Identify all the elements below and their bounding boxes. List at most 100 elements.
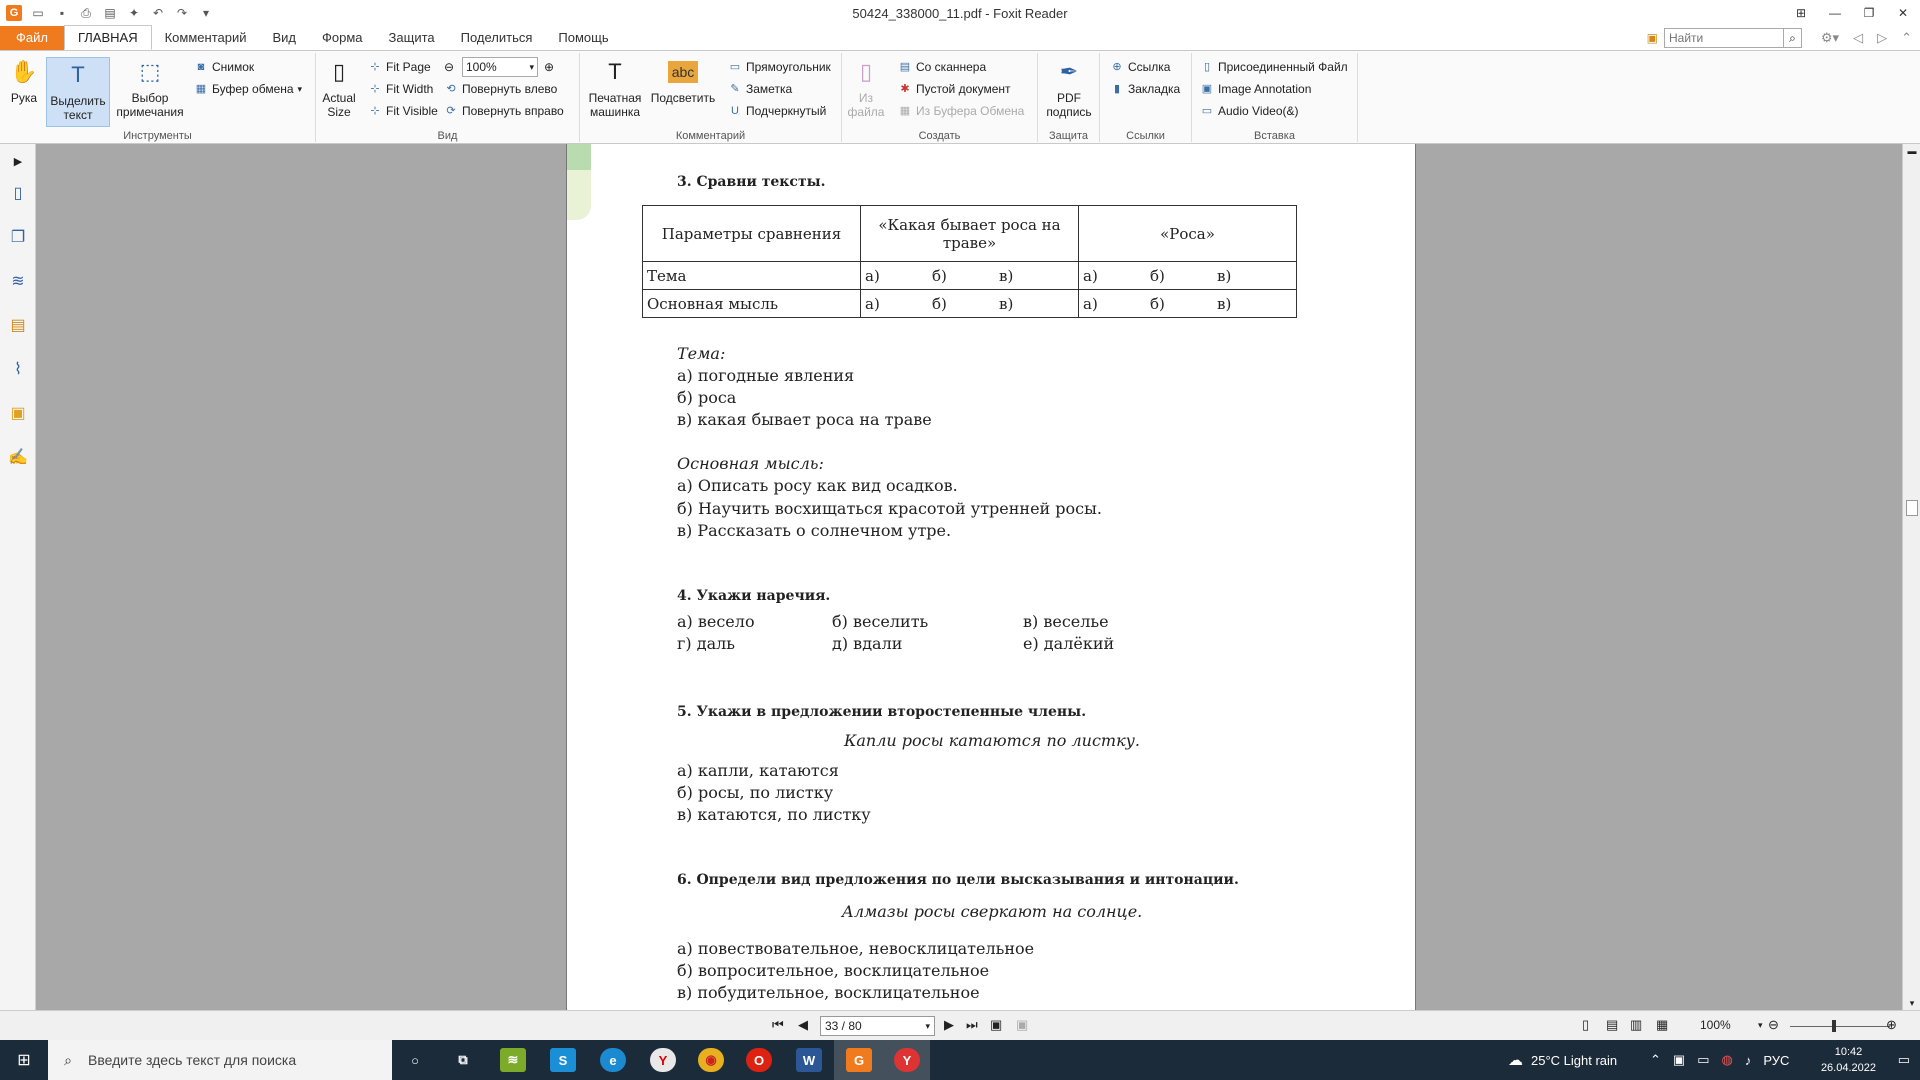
search-icon[interactable]: ⌕ xyxy=(1784,28,1802,48)
scroll-up-icon[interactable]: ▬ xyxy=(1906,146,1918,156)
select-text-button[interactable]: T Выделить текст xyxy=(46,57,110,127)
next-view-icon[interactable]: ▷ xyxy=(1877,30,1887,46)
attachments-icon[interactable]: ⌇ xyxy=(7,358,29,380)
tab-view[interactable]: Вид xyxy=(260,26,310,50)
windows-start-icon[interactable]: ⊞ xyxy=(0,1040,48,1080)
tab-protect[interactable]: Защита xyxy=(376,26,448,50)
taskbar-search[interactable]: ⌕ Введите здесь текст для поиска xyxy=(48,1040,392,1080)
first-page-icon[interactable]: ⏮ xyxy=(772,1017,784,1033)
collapse-ribbon-icon[interactable]: ⌃ xyxy=(1901,30,1912,46)
zoom-slider[interactable] xyxy=(1790,1026,1890,1027)
next-page-icon[interactable]: ▶ xyxy=(944,1017,954,1033)
facing-page-icon[interactable]: ▥ xyxy=(1630,1017,1642,1033)
tab-comment[interactable]: Комментарий xyxy=(152,26,260,50)
network-icon[interactable]: ▭ xyxy=(1697,1052,1709,1068)
foxit-logo-icon[interactable]: G xyxy=(6,5,22,21)
continuous-page-icon[interactable]: ▤ xyxy=(1606,1017,1618,1033)
from-file-button[interactable]: ▯ Из файла xyxy=(846,57,886,120)
hand-tool-button[interactable]: ✋ Рука xyxy=(6,57,42,106)
snapshot-button[interactable]: ◙ Снимок xyxy=(194,57,255,77)
print-icon[interactable]: ⎙ xyxy=(78,5,94,21)
zoom-in-icon[interactable]: ⊕ xyxy=(1886,1017,1897,1033)
close-button[interactable]: ✕ xyxy=(1886,0,1920,26)
customize-dropdown-icon[interactable]: ▾ xyxy=(198,5,214,21)
volume-icon[interactable]: ♪ xyxy=(1745,1053,1752,1068)
blank-document-button[interactable]: ✱ Пустой документ xyxy=(898,79,1010,99)
find-folder-icon[interactable]: ▣ xyxy=(1647,31,1658,45)
status-zoom-value[interactable]: 100% xyxy=(1700,1018,1731,1032)
comments-icon[interactable]: ▤ xyxy=(7,314,29,336)
chevron-down-icon[interactable]: ▾ xyxy=(1758,1020,1763,1031)
prev-view-icon[interactable]: ◁ xyxy=(1853,30,1863,46)
page-view-icon[interactable]: ▣ xyxy=(990,1017,1002,1033)
audio-video-button[interactable]: ▭ Audio Video(&) xyxy=(1200,101,1299,121)
document-viewport[interactable]: 3. Сравни тексты. Параметры сравнения «К… xyxy=(36,144,1902,1010)
fit-visible-button[interactable]: ⊹ Fit Visible xyxy=(368,101,437,121)
language-indicator[interactable]: РУС xyxy=(1763,1053,1789,1068)
underline-button[interactable]: U Подчеркнутый xyxy=(728,101,826,121)
rectangle-button[interactable]: ▭ Прямоугольник xyxy=(728,57,831,77)
maximize-button[interactable]: ❐ xyxy=(1852,0,1886,26)
edge-icon[interactable]: e xyxy=(600,1048,626,1072)
continuous-facing-icon[interactable]: ▦ xyxy=(1656,1017,1668,1033)
chrome-icon[interactable]: ◉ xyxy=(698,1048,724,1072)
fit-width-button[interactable]: ⊹ Fit Width xyxy=(368,79,433,99)
pages-icon[interactable]: ❐ xyxy=(7,226,29,248)
security-icon[interactable]: ◍ xyxy=(1722,1052,1733,1068)
highlight-button[interactable]: abc Подсветить xyxy=(648,57,718,105)
fit-page-button[interactable]: ⊹ Fit Page xyxy=(368,57,430,77)
tray-expand-icon[interactable]: ⌃ xyxy=(1650,1052,1661,1068)
clipboard-button[interactable]: ▦ Буфер обмена ▾ xyxy=(194,79,302,99)
note-button[interactable]: ✎ Заметка xyxy=(728,79,792,99)
minimize-button[interactable]: — xyxy=(1818,0,1852,26)
layers-app-icon[interactable]: ≋ xyxy=(500,1048,526,1072)
scan-icon[interactable]: ▤ xyxy=(102,5,118,21)
vertical-scrollbar[interactable]: ▬ ▾ xyxy=(1902,144,1920,1010)
rotate-left-button[interactable]: ⟲ Повернуть влево xyxy=(444,79,557,99)
page-view-alt-icon[interactable]: ▣ xyxy=(1016,1017,1028,1033)
lock-icon[interactable]: ▣ xyxy=(7,402,29,424)
tab-form[interactable]: Форма xyxy=(309,26,376,50)
image-annotation-button[interactable]: ▣ Image Annotation xyxy=(1200,79,1312,99)
save-icon[interactable]: ▪ xyxy=(54,5,70,21)
layers-icon[interactable]: ≋ xyxy=(7,270,29,292)
typewriter-button[interactable]: T Печатная машинка xyxy=(586,57,644,120)
cortana-icon[interactable]: ○ xyxy=(402,1048,428,1072)
bookmark-button[interactable]: ▮ Закладка xyxy=(1110,79,1180,99)
task-view-icon[interactable]: ⧉ xyxy=(450,1048,476,1072)
zoom-out-icon[interactable]: ⊖ xyxy=(1768,1017,1779,1033)
zoom-slider-thumb[interactable] xyxy=(1832,1020,1836,1032)
restore-layout-icon[interactable]: ⊞ xyxy=(1784,0,1818,26)
select-annotation-button[interactable]: ⬚ Выбор примечания xyxy=(112,57,188,120)
page-number-input[interactable]: 33 / 80 ▾ xyxy=(820,1016,935,1036)
redo-icon[interactable]: ↷ xyxy=(174,5,190,21)
from-scanner-button[interactable]: ▤ Со сканнера xyxy=(898,57,986,77)
new-doc-icon[interactable]: ✦ xyxy=(126,5,142,21)
weather-widget[interactable]: ☁ 25°C Light rain xyxy=(1508,1040,1617,1080)
zoom-out-icon[interactable]: ⊖ xyxy=(444,57,454,77)
word-icon[interactable]: W xyxy=(796,1048,822,1072)
single-page-icon[interactable]: ▯ xyxy=(1582,1017,1589,1033)
prev-page-icon[interactable]: ◀ xyxy=(798,1017,808,1033)
from-clipboard-button[interactable]: ▦ Из Буфера Обмена xyxy=(898,101,1025,121)
undo-icon[interactable]: ↶ xyxy=(150,5,166,21)
actual-size-button[interactable]: ▯ Actual Size xyxy=(322,57,356,120)
foxit-taskbar-icon[interactable]: G xyxy=(846,1048,872,1072)
tab-share[interactable]: Поделиться xyxy=(448,26,546,50)
opera-icon[interactable]: O xyxy=(746,1048,772,1072)
yandex-taskbar-icon[interactable]: Y xyxy=(894,1048,920,1072)
tray-app-icon[interactable]: ▣ xyxy=(1673,1052,1685,1068)
last-page-icon[interactable]: ⏭ xyxy=(966,1017,978,1033)
tab-help[interactable]: Помощь xyxy=(545,26,621,50)
zoom-in-icon[interactable]: ⊕ xyxy=(544,57,554,77)
attached-file-button[interactable]: ▯ Присоединенный Файл xyxy=(1200,57,1348,77)
tab-home[interactable]: ГЛАВНАЯ xyxy=(63,25,152,50)
zoom-select[interactable]: 100% ▾ xyxy=(462,57,538,77)
settings-gear-icon[interactable]: ⚙▾ xyxy=(1821,30,1839,46)
expand-panel-icon[interactable]: ▶ xyxy=(7,150,29,172)
pdf-sign-button[interactable]: ✒ PDF подпись xyxy=(1042,57,1096,120)
notifications-icon[interactable]: ▭ xyxy=(1898,1040,1910,1080)
yandex-browser-icon[interactable]: Y xyxy=(650,1048,676,1072)
clock[interactable]: 10:42 26.04.2022 xyxy=(1821,1044,1876,1076)
link-button[interactable]: ⊕ Ссылка xyxy=(1110,57,1170,77)
